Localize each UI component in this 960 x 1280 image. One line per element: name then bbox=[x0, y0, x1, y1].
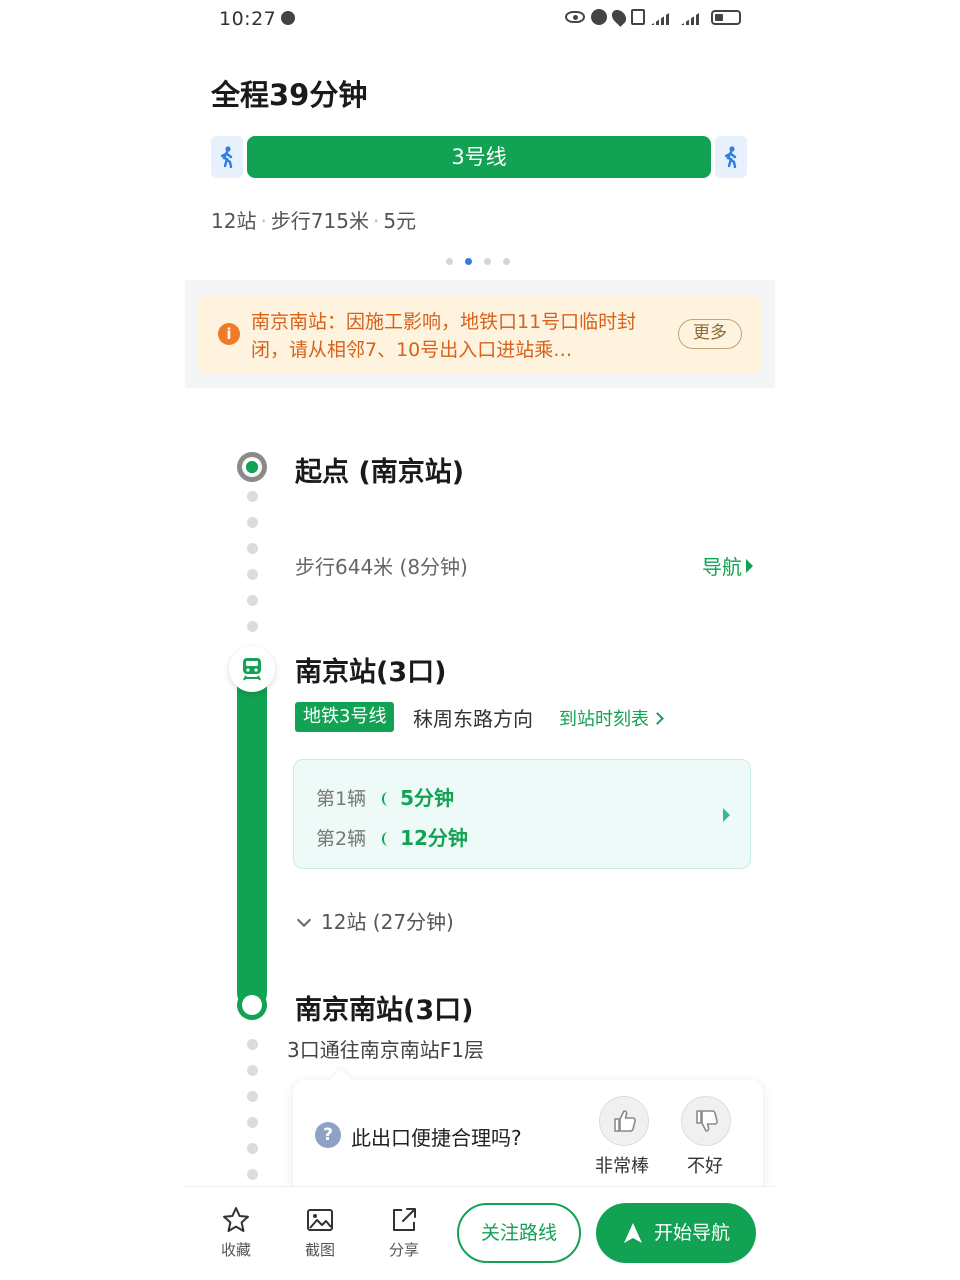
start-point-marker bbox=[237, 452, 267, 482]
status-icons bbox=[565, 7, 741, 27]
walk-segment-end bbox=[715, 136, 747, 178]
line-direction: 秣周东路方向 bbox=[413, 707, 533, 731]
timetable-label: 到站时刻表 bbox=[559, 709, 649, 730]
arrival-minutes: 5分钟 bbox=[400, 786, 455, 810]
realtime-signal-icon bbox=[382, 792, 394, 806]
location-icon bbox=[609, 7, 629, 27]
timeline-dot bbox=[247, 1117, 258, 1128]
summary-walk: 步行715米 bbox=[270, 209, 369, 233]
eye-icon bbox=[565, 11, 585, 23]
share-icon bbox=[393, 1208, 416, 1231]
thumbs-up-button[interactable] bbox=[599, 1096, 649, 1146]
timeline-dot bbox=[247, 1091, 258, 1102]
thumbs-down-icon bbox=[696, 1110, 718, 1132]
arrival-row: 第1辆 5分钟 bbox=[316, 782, 454, 811]
page-dot bbox=[446, 258, 453, 265]
notice-more-button[interactable]: 更多 bbox=[678, 319, 742, 349]
thumbs-up-label: 非常棒 bbox=[595, 1156, 649, 1177]
screenshot-button[interactable]: 截图 bbox=[290, 1205, 350, 1260]
arrival-times-card[interactable]: 第1辆 5分钟 第2辆 12分钟 bbox=[293, 759, 751, 869]
arrival-station-marker bbox=[237, 990, 267, 1020]
timeline-dot bbox=[247, 1065, 258, 1076]
route-summary: 12站 · 步行715米 · 5元 bbox=[211, 209, 417, 233]
signal-icon-2 bbox=[681, 9, 705, 25]
exit-feedback-card: ? 此出口便捷合理吗? 非常棒 不好 bbox=[293, 1080, 763, 1200]
notice-text: 南京南站：因施工影响，地铁口11号口临时封闭，请从相邻7、10号出入口进站乘… bbox=[251, 311, 637, 361]
timeline-dot bbox=[247, 1143, 258, 1154]
page-dot bbox=[503, 258, 510, 265]
timeline-dot bbox=[247, 491, 258, 502]
metro-line-segment: 3号线 bbox=[247, 136, 711, 178]
thumbs-down-button[interactable] bbox=[681, 1096, 731, 1146]
follow-route-button[interactable]: 关注路线 bbox=[457, 1203, 581, 1263]
alarm-icon bbox=[591, 9, 607, 25]
metro-route-bar bbox=[237, 668, 267, 1008]
feedback-question: 此出口便捷合理吗? bbox=[351, 1126, 522, 1150]
navigation-arrow-icon bbox=[624, 1223, 642, 1243]
walk-icon bbox=[220, 146, 233, 168]
timeline-dot bbox=[247, 543, 258, 554]
info-icon: i bbox=[218, 323, 240, 345]
walk-segment-start bbox=[211, 136, 243, 178]
exit-note: 3口通往南京南站F1层 bbox=[287, 1038, 484, 1062]
favorite-label: 收藏 bbox=[220, 1241, 251, 1259]
start-navigation-label: 开始导航 bbox=[654, 1222, 731, 1244]
favorite-button[interactable]: 收藏 bbox=[206, 1205, 266, 1260]
summary-fare: 5元 bbox=[383, 209, 417, 233]
walk-navigation-label: 导航 bbox=[702, 555, 742, 579]
signal-icon bbox=[651, 9, 675, 25]
boarding-station-marker bbox=[229, 646, 275, 692]
timeline-dot bbox=[247, 595, 258, 606]
timeline-dot bbox=[247, 621, 258, 632]
timeline-dot bbox=[247, 1039, 258, 1050]
metro-icon bbox=[243, 658, 261, 681]
realtime-signal-icon bbox=[382, 832, 394, 846]
triangle-right-icon bbox=[746, 559, 753, 573]
screenshot-label: 截图 bbox=[304, 1241, 335, 1259]
stops-count: 12站 (27分钟) bbox=[321, 910, 454, 934]
chevron-down-icon bbox=[296, 912, 312, 928]
vibrate-icon bbox=[631, 9, 645, 25]
page-dot bbox=[484, 258, 491, 265]
total-time: 全程39分钟 bbox=[211, 78, 368, 112]
question-icon: ? bbox=[315, 1122, 341, 1148]
status-time: 10:27 bbox=[219, 8, 277, 30]
arrival-minutes: 12分钟 bbox=[400, 826, 468, 850]
share-button[interactable]: 分享 bbox=[374, 1205, 434, 1260]
bottom-action-bar: 收藏 截图 分享 关注路线 开始导航 bbox=[185, 1186, 775, 1280]
arrival-row: 第2辆 12分钟 bbox=[316, 822, 468, 851]
share-label: 分享 bbox=[388, 1241, 419, 1259]
route-detail-screen: 10:27 全程39分钟 3号线 12站 · 步行715米 · 5元 i 南京南… bbox=[185, 0, 775, 1280]
timetable-link[interactable]: 到站时刻表 bbox=[559, 705, 664, 731]
boarding-station-title[interactable]: 南京站(3口) bbox=[295, 650, 446, 689]
status-bar: 10:27 bbox=[185, 0, 775, 40]
construction-notice[interactable]: i 南京南站：因施工影响，地铁口11号口临时封闭，请从相邻7、10号出入口进站乘… bbox=[198, 295, 762, 373]
notification-icon bbox=[281, 11, 295, 25]
image-icon bbox=[307, 1209, 333, 1231]
summary-stations: 12站 bbox=[211, 209, 257, 233]
chevron-right-icon bbox=[651, 712, 664, 725]
walk-icon bbox=[724, 146, 737, 168]
arrival-label: 第1辆 bbox=[316, 788, 367, 810]
arrival-label: 第2辆 bbox=[316, 828, 367, 850]
timeline-dot bbox=[247, 1169, 258, 1180]
star-icon bbox=[223, 1207, 249, 1232]
timeline-dot bbox=[247, 569, 258, 580]
metro-line-badge: 地铁3号线 bbox=[295, 702, 395, 732]
page-dot-active bbox=[465, 258, 472, 265]
start-navigation-button[interactable]: 开始导航 bbox=[596, 1203, 756, 1263]
timeline-dot bbox=[247, 517, 258, 528]
battery-icon bbox=[711, 9, 741, 25]
triangle-right-icon bbox=[723, 808, 730, 822]
arrival-station-title[interactable]: 南京南站(3口) bbox=[295, 988, 473, 1027]
walk-step-text: 步行644米 (8分钟) bbox=[295, 555, 468, 579]
route-page-indicator[interactable] bbox=[446, 258, 510, 265]
stops-expand-toggle[interactable]: 12站 (27分钟) bbox=[296, 906, 454, 935]
route-segment-bar[interactable]: 3号线 bbox=[211, 136, 747, 178]
thumbs-down-label: 不好 bbox=[687, 1156, 723, 1177]
notice-section: i 南京南站：因施工影响，地铁口11号口临时封闭，请从相邻7、10号出入口进站乘… bbox=[185, 280, 775, 388]
start-point-title: 起点 (南京站) bbox=[295, 457, 465, 488]
thumbs-up-icon bbox=[614, 1110, 636, 1132]
walk-navigation-link[interactable]: 导航 bbox=[702, 551, 753, 580]
